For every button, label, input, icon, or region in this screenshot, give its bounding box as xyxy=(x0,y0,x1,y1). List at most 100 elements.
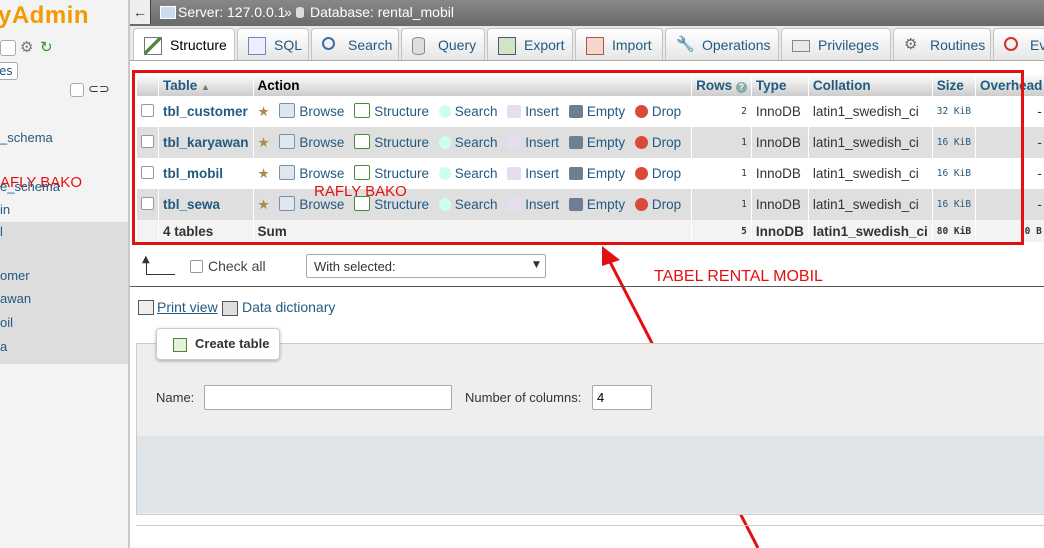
search-action[interactable]: Search xyxy=(438,104,498,119)
drop-action[interactable]: Drop xyxy=(634,104,681,119)
empty-action[interactable]: Empty xyxy=(568,104,625,119)
drop-action[interactable]: Drop xyxy=(634,166,681,181)
tab-privileges[interactable]: Privileges xyxy=(781,28,891,60)
search-icon xyxy=(438,105,451,118)
columns-input[interactable] xyxy=(592,385,652,410)
sidebar-item-tbl-karyawan[interactable]: awan xyxy=(0,291,31,306)
structure-action[interactable]: Structure xyxy=(354,165,429,181)
table-size[interactable]: 16 KiB xyxy=(932,189,977,220)
check-all-checkbox[interactable] xyxy=(190,260,203,273)
table-size[interactable]: 32 KiB xyxy=(932,96,977,127)
tab-structure[interactable]: Structure xyxy=(133,28,235,60)
structure-action[interactable]: Structure xyxy=(354,103,429,119)
table-size[interactable]: 16 KiB xyxy=(932,127,977,158)
with-selected-dropdown[interactable]: With selected: ▼ xyxy=(306,254,546,278)
tab-query[interactable]: Query xyxy=(401,28,485,60)
insert-action[interactable]: Insert xyxy=(507,197,559,212)
summary-sum-label: Sum xyxy=(253,220,693,242)
table-name-link[interactable]: tbl_sewa xyxy=(158,189,254,220)
header-rows[interactable]: Rows ? xyxy=(691,74,752,96)
sidebar-item-schema[interactable]: _schema xyxy=(0,130,53,145)
header-overhead[interactable]: Overhead xyxy=(975,74,1044,96)
tab-sql[interactable]: SQL xyxy=(237,28,309,60)
table-name-link[interactable]: tbl_mobil xyxy=(158,158,254,189)
row-checkbox[interactable] xyxy=(141,196,154,210)
favorite-star-icon[interactable]: ★ xyxy=(258,166,270,181)
structure-action[interactable]: Structure xyxy=(354,134,429,150)
empty-action[interactable]: Empty xyxy=(568,197,626,212)
sidebar-item-tbl-mobil[interactable]: oil xyxy=(0,315,13,330)
header-table[interactable]: Table ▲ xyxy=(158,74,254,96)
sidebar-item-phpmyadmin[interactable]: in xyxy=(0,202,10,217)
favorite-star-icon[interactable]: ★ xyxy=(258,197,270,212)
empty-action[interactable]: Empty xyxy=(568,135,625,150)
empty-action[interactable]: Empty xyxy=(568,166,625,181)
search-action[interactable]: Search xyxy=(438,166,498,181)
table-size[interactable]: 16 KiB xyxy=(932,158,977,189)
search-label: Search xyxy=(454,197,498,212)
insert-icon xyxy=(507,167,522,180)
tab-export[interactable]: Export xyxy=(487,28,573,60)
tab-events[interactable]: Ev xyxy=(993,28,1044,60)
back-arrow-icon[interactable]: ← xyxy=(130,0,151,24)
table-name-link[interactable]: tbl_customer xyxy=(158,96,254,127)
row-checkbox[interactable] xyxy=(141,134,154,148)
panel-footer xyxy=(137,436,1044,513)
print-view-link[interactable]: Print view xyxy=(157,299,218,315)
gear-icon[interactable]: ⚙ xyxy=(20,38,33,56)
row-checkbox[interactable] xyxy=(141,165,154,179)
sidebar-item-rental-mobil[interactable]: l xyxy=(0,224,3,239)
empty-icon xyxy=(568,198,583,211)
data-dictionary-link[interactable]: Data dictionary xyxy=(242,299,335,315)
tab-operations[interactable]: 🔧 Operations xyxy=(665,28,779,60)
row-checkbox-cell xyxy=(137,189,159,220)
reload-icon[interactable]: ↻ xyxy=(40,38,53,56)
browse-label: Browse xyxy=(299,166,345,181)
table-name-link[interactable]: tbl_karyawan xyxy=(158,127,254,158)
row-checkbox[interactable] xyxy=(141,103,154,117)
phpmyadmin-logo[interactable]: yAdmin xyxy=(0,2,89,30)
add-table-icon xyxy=(173,338,187,352)
sort-asc-icon: ▲ xyxy=(201,81,210,92)
table-row: tbl_customer ★ Browse Structure Search I… xyxy=(137,96,1044,127)
table-name-input[interactable] xyxy=(204,385,452,410)
drop-label: Drop xyxy=(651,197,682,212)
header-type[interactable]: Type xyxy=(751,74,809,96)
tab-routines[interactable]: ⚙ Routines xyxy=(893,28,991,60)
name-label: Name: xyxy=(156,390,195,405)
breadcrumb-database[interactable]: Database: rental_mobil xyxy=(310,4,454,20)
browse-action[interactable]: Browse xyxy=(279,165,345,181)
insert-action[interactable]: Insert xyxy=(507,166,559,181)
favorite-star-icon[interactable]: ★ xyxy=(258,135,270,150)
chevron-down-icon: ▼ xyxy=(533,260,540,270)
tab-label: Query xyxy=(438,37,477,53)
check-all-label[interactable]: Check all xyxy=(208,258,266,274)
insert-action[interactable]: Insert xyxy=(507,135,559,150)
drop-action[interactable]: Drop xyxy=(634,135,681,150)
sidebar-item-tbl-sewa[interactable]: a xyxy=(0,339,7,354)
browse-action[interactable]: Browse xyxy=(279,103,344,119)
database-tables: Table ▲ Action Rows ? Type Collation Siz… xyxy=(137,74,1044,242)
insert-icon xyxy=(507,198,522,211)
sidebar-item-tbl-customer[interactable]: omer xyxy=(0,268,30,283)
search-action[interactable]: Search xyxy=(438,197,498,212)
help-icon[interactable]: ? xyxy=(735,81,747,93)
create-table-button[interactable]: Create table xyxy=(156,328,280,360)
header-size[interactable]: Size xyxy=(932,74,977,96)
search-action[interactable]: Search xyxy=(438,135,498,150)
collapse-all-icon[interactable] xyxy=(70,83,84,97)
sidebar-databases-tab[interactable]: es xyxy=(0,62,18,80)
header-collation[interactable]: Collation xyxy=(808,74,933,96)
sidebar-item-performance-schema[interactable]: e_schema xyxy=(0,179,60,194)
annotation-watermark: RAFLY BAKO xyxy=(314,183,407,200)
tab-import[interactable]: Import xyxy=(575,28,663,60)
empty-label: Empty xyxy=(586,197,626,212)
tab-search[interactable]: Search xyxy=(311,28,399,60)
drop-action[interactable]: Drop xyxy=(634,197,682,212)
query-window-icon[interactable] xyxy=(0,40,16,56)
insert-action[interactable]: Insert xyxy=(507,104,559,119)
breadcrumb-server[interactable]: Server: 127.0.0.1 xyxy=(178,4,285,20)
favorite-star-icon[interactable]: ★ xyxy=(258,104,270,119)
browse-action[interactable]: Browse xyxy=(279,134,344,150)
link-icon[interactable]: ⊂⊃ xyxy=(88,82,110,97)
